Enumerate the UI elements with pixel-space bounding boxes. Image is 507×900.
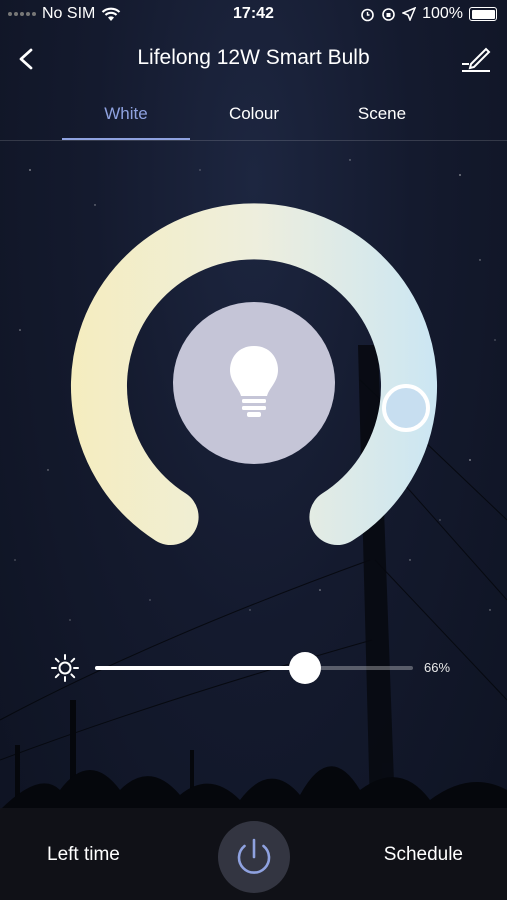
- battery-icon: [469, 7, 497, 21]
- color-temperature-dial[interactable]: [40, 180, 470, 580]
- tab-bar: White Colour Scene: [0, 92, 507, 141]
- brightness-fill: [95, 666, 305, 670]
- power-button[interactable]: [218, 821, 290, 893]
- bottom-bar: Left time Schedule: [0, 808, 507, 900]
- edit-icon[interactable]: [459, 42, 493, 76]
- location-arrow-icon: [402, 7, 417, 21]
- sun-icon: [51, 654, 79, 682]
- tab-white[interactable]: White: [61, 104, 191, 124]
- schedule-button[interactable]: Schedule: [384, 844, 463, 866]
- header: Lifelong 12W Smart Bulb: [0, 36, 507, 82]
- brightness-percent: 66%: [424, 660, 451, 675]
- brightness-track[interactable]: [95, 666, 413, 670]
- temperature-handle[interactable]: [382, 384, 430, 432]
- battery-percent: 100%: [422, 5, 463, 22]
- left-time-button[interactable]: Left time: [47, 844, 120, 866]
- tab-colour[interactable]: Colour: [189, 104, 319, 124]
- status-right: 100%: [360, 5, 497, 23]
- status-bar: No SIM 17:42 100%: [0, 0, 507, 30]
- active-tab-indicator: [62, 138, 190, 140]
- alarm-icon: [361, 8, 374, 21]
- power-icon: [237, 838, 271, 874]
- brightness-thumb[interactable]: [288, 652, 321, 684]
- tab-scene[interactable]: Scene: [317, 104, 447, 124]
- brightness-slider-row: 66%: [0, 650, 507, 690]
- page-title: Lifelong 12W Smart Bulb: [137, 46, 370, 69]
- rotation-lock-icon: [382, 7, 395, 21]
